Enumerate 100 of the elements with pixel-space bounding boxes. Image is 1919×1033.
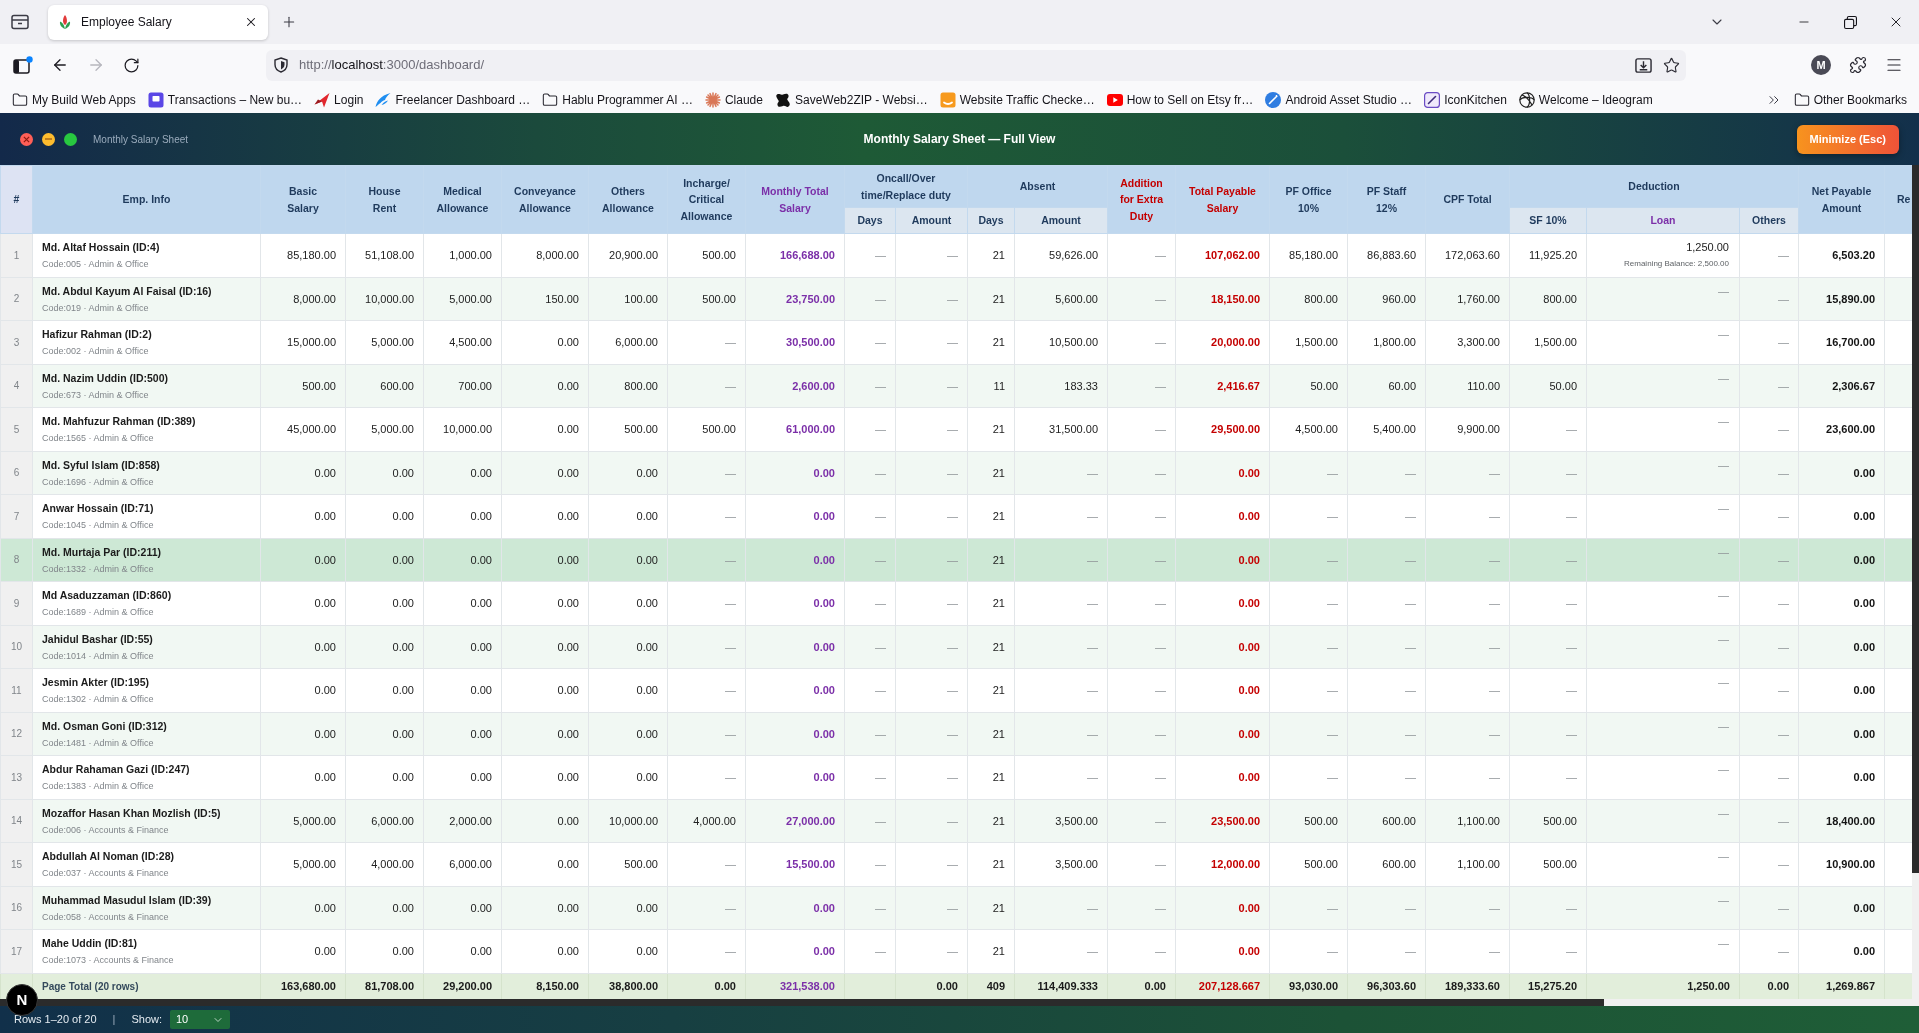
table-cell: 45,000.00 bbox=[260, 407, 346, 451]
table-row[interactable]: 5 Md. Mahfuzur Rahman (ID:389) Code:1565 · Admin & Office 45,000.00 5,000.00 10,000.00 0.00 500.00 500.00 61,000.00 — — 21 31,500.00 — 29,500.00 4,500.00 5,400.00 9,900.00 — — — 23,600.00 bbox=[0, 407, 1912, 451]
address-bar[interactable]: http://localhost:3000/dashboard/ bbox=[266, 49, 1686, 81]
bookmark-link[interactable]: IconKitchen bbox=[1424, 88, 1507, 111]
table-row[interactable]: 4 Md. Nazim Uddin (ID:500) Code:673 · Admin & Office 500.00 600.00 700.00 0.00 800.00 — 2,600.00 — — 11 183.33 — 2,416.67 50.00 60.00 110.00 50.00 — — 2,306.67 bbox=[0, 364, 1912, 408]
table-row[interactable]: 11 Jesmin Akter (ID:195) Code:1302 · Admin & Office 0.00 0.00 0.00 0.00 0.00 — 0.00 — — 21 — — 0.00 — — — — — — 0.00 bbox=[0, 668, 1912, 712]
window-close-button[interactable] bbox=[20, 132, 33, 146]
table-row[interactable]: 13 Abdur Rahaman Gazi (ID:247) Code:1383 · Admin & Office 0.00 0.00 0.00 0.00 0.00 — 0.00 — — 21 — — 0.00 — — — — — — 0.00 bbox=[0, 755, 1912, 799]
table-cell: — bbox=[667, 755, 746, 799]
bookmark-link[interactable]: Claude bbox=[704, 88, 763, 111]
table-row[interactable]: 3 Hafizur Rahman (ID:2) Code:002 · Admin & Office 15,000.00 5,000.00 4,500.00 0.00 6,000.00 — 30,500.00 — — 21 10,500.00 — 20,000.00 1,500.00 1,800.00 3,300.00 1,500.00 — — 16,700.00 bbox=[0, 320, 1912, 364]
table-cell: 0.00 bbox=[745, 494, 845, 538]
table-row[interactable]: 14 Mozaffor Hasan Khan Mozlish (ID:5) Code:006 · Accounts & Finance 5,000.00 6,000.00 2,000.00 0.00 10,000.00 4,000.00 27,000.00 — — 21 3,500.00 — 23,500.00 500.00 600.00 1,100.00 500.00 — — 18,400.00 bbox=[0, 799, 1912, 843]
table-row[interactable]: 12 Md. Osman Goni (ID:312) Code:1481 · Admin & Office 0.00 0.00 0.00 0.00 0.00 — 0.00 — — 21 — — 0.00 — — — — — — 0.00 bbox=[0, 712, 1912, 756]
table-cell: 0.00 bbox=[423, 625, 502, 669]
bookmark-link[interactable]: SaveWeb2ZIP - Websi… bbox=[774, 88, 928, 111]
table-cell: — bbox=[1269, 712, 1348, 756]
table-cell: 0.00 bbox=[1798, 755, 1885, 799]
table-cell: 10,500.00 bbox=[1014, 320, 1108, 364]
table-cell: 183.33 bbox=[1014, 364, 1108, 408]
table-cell: 0.00 bbox=[1798, 581, 1885, 625]
bookmark-link[interactable]: Website Traffic Checke… bbox=[939, 88, 1095, 111]
table-row[interactable]: 9 Md Asaduzzaman (ID:860) Code:1689 · Admin & Office 0.00 0.00 0.00 0.00 0.00 — 0.00 — — 21 — — 0.00 — — — — — — 0.00 bbox=[0, 581, 1912, 625]
bookmark-link[interactable]: Transactions – New bu… bbox=[147, 88, 303, 111]
bookmark-link[interactable]: Login bbox=[314, 88, 364, 111]
table-row[interactable]: 10 Jahidul Bashar (ID:55) Code:1014 · Admin & Office 0.00 0.00 0.00 0.00 0.00 — 0.00 — — 21 — — 0.00 — — — — — — 0.00 bbox=[0, 625, 1912, 669]
table-cell: — bbox=[1739, 538, 1799, 582]
table-cell: — bbox=[667, 929, 746, 973]
table-cell: 21 bbox=[967, 625, 1015, 669]
vertical-scrollbar[interactable] bbox=[1912, 165, 1919, 999]
star-icon[interactable] bbox=[1663, 56, 1680, 74]
table-cell: 0.00 bbox=[1175, 668, 1270, 712]
table-cell: — bbox=[844, 364, 896, 408]
back-icon[interactable] bbox=[51, 56, 69, 74]
shield-icon[interactable] bbox=[273, 57, 289, 73]
account-avatar[interactable]: M bbox=[1811, 55, 1831, 75]
employee-code: Code:1045 · Admin & Office bbox=[42, 520, 154, 532]
page-size-select[interactable]: 10 bbox=[170, 1010, 230, 1029]
table-cell: 10,000.00 bbox=[423, 407, 502, 451]
table-cell: — bbox=[895, 538, 968, 582]
browser-tab[interactable]: Employee Salary bbox=[48, 4, 268, 40]
table-cell: 0.00 bbox=[1798, 538, 1885, 582]
table-cell: 1,100.00 bbox=[1425, 842, 1510, 886]
table-cell: 11,925.20 bbox=[1509, 233, 1587, 277]
table-cell: 21 bbox=[967, 842, 1015, 886]
table-row[interactable]: 17 Mahe Uddin (ID:81) Code:1073 · Accounts & Finance 0.00 0.00 0.00 0.00 0.00 — 0.00 — — 21 — — 0.00 — — — — — — 0.00 bbox=[0, 929, 1912, 973]
table-cell: 0.00 bbox=[1175, 712, 1270, 756]
close-icon[interactable] bbox=[244, 15, 258, 29]
extensions-icon[interactable] bbox=[1849, 56, 1867, 74]
column-group-header: Absent bbox=[1019, 180, 1056, 193]
window-zoom-button[interactable] bbox=[64, 132, 77, 146]
url-text[interactable]: http://localhost:3000/dashboard/ bbox=[299, 55, 485, 75]
table-cell: 20,900.00 bbox=[588, 233, 668, 277]
table-row[interactable]: 6 Md. Syful Islam (ID:858) Code:1696 · Admin & Office 0.00 0.00 0.00 0.00 0.00 — 0.00 — — 21 — — 0.00 — — — — — — 0.00 bbox=[0, 451, 1912, 495]
employee-code: Code:006 · Accounts & Finance bbox=[42, 824, 169, 836]
table-cell: 16,700.00 bbox=[1798, 320, 1885, 364]
employee-name: Md. Murtaja Par (ID:211) bbox=[42, 544, 162, 559]
table-cell: — bbox=[667, 712, 746, 756]
table-cell: — bbox=[1269, 494, 1348, 538]
table-cell: 85,180.00 bbox=[1269, 233, 1348, 277]
bookmark-link[interactable]: Freelancer Dashboard … bbox=[375, 88, 531, 111]
table-cell: — bbox=[1739, 407, 1799, 451]
table-cell: — bbox=[895, 407, 968, 451]
row-number: 2 bbox=[0, 277, 33, 321]
table-cell: — bbox=[1107, 494, 1176, 538]
table-cell: 0.00 bbox=[423, 538, 502, 582]
table-cell: — bbox=[1425, 755, 1510, 799]
restore-icon[interactable] bbox=[1843, 15, 1857, 29]
table-row[interactable]: 2 Md. Abdul Kayum Al Faisal (ID:16) Code:019 · Admin & Office 8,000.00 10,000.00 5,000.00 150.00 100.00 500.00 23,750.00 — — 21 5,600.00 — 18,150.00 800.00 960.00 1,760.00 800.00 — — 15,890.00 bbox=[0, 277, 1912, 321]
table-cell: — bbox=[1509, 886, 1587, 930]
menu-icon[interactable] bbox=[1885, 56, 1903, 74]
bookmark-folder[interactable]: Hablu Programmer AI … bbox=[542, 88, 693, 111]
table-row[interactable]: 16 Muhammad Masudul Islam (ID:39) Code:058 · Accounts & Finance 0.00 0.00 0.00 0.00 0.00 — 0.00 — — 21 — — 0.00 — — — — — — 0.00 bbox=[0, 886, 1912, 930]
table-cell: — bbox=[844, 712, 896, 756]
table-cell: 21 bbox=[967, 451, 1015, 495]
table-row[interactable]: 8 Md. Murtaja Par (ID:211) Code:1332 · Admin & Office 0.00 0.00 0.00 0.00 0.00 — 0.00 — — 21 — — 0.00 — — — — — — 0.00 bbox=[0, 538, 1912, 582]
bookmark-link[interactable]: Welcome – Ideogram bbox=[1518, 88, 1653, 111]
bookmark-link[interactable]: Android Asset Studio … bbox=[1265, 88, 1413, 111]
table-row[interactable]: 15 Abdullah Al Noman (ID:28) Code:037 · Accounts & Finance 5,000.00 4,000.00 6,000.00 0.00 500.00 — 15,500.00 — — 21 3,500.00 — 12,000.00 500.00 600.00 1,100.00 500.00 — — 10,900.00 bbox=[0, 842, 1912, 886]
loan-amount: — bbox=[1718, 588, 1729, 602]
column-group-header: Oncall/Over time/Replace duty bbox=[861, 172, 951, 201]
table-row[interactable] bbox=[0, 233, 1912, 277]
table-row[interactable]: 7 Anwar Hossain (ID:71) Code:1045 · Admin & Office 0.00 0.00 0.00 0.00 0.00 — 0.00 — — 21 — — 0.00 — — — — — — 0.00 bbox=[0, 494, 1912, 538]
plus-icon[interactable] bbox=[281, 14, 297, 30]
employee-code: Code:1014 · Admin & Office bbox=[42, 650, 154, 662]
table-cell: 2,600.00 bbox=[745, 364, 845, 408]
download-icon[interactable] bbox=[1635, 56, 1652, 74]
table-cell: 0.00 bbox=[260, 494, 346, 538]
window-minimize-button[interactable] bbox=[42, 132, 55, 146]
table-cell: 0.00 bbox=[1175, 886, 1270, 930]
bookmark-folder[interactable]: Other Bookmarks bbox=[1793, 88, 1907, 111]
bookmark-folder[interactable]: My Build Web Apps bbox=[12, 88, 136, 111]
sidebar-icon[interactable] bbox=[13, 56, 33, 74]
table-cell: 0.00 bbox=[345, 712, 424, 756]
table-cell: 0.00 bbox=[745, 755, 845, 799]
bookmark-link[interactable]: How to Sell on Etsy fr… bbox=[1106, 88, 1254, 111]
loan-amount: — bbox=[1718, 762, 1729, 776]
tray-icon[interactable] bbox=[11, 13, 29, 31]
reload-icon[interactable] bbox=[123, 56, 140, 74]
table-cell: 5,000.00 bbox=[260, 799, 346, 843]
